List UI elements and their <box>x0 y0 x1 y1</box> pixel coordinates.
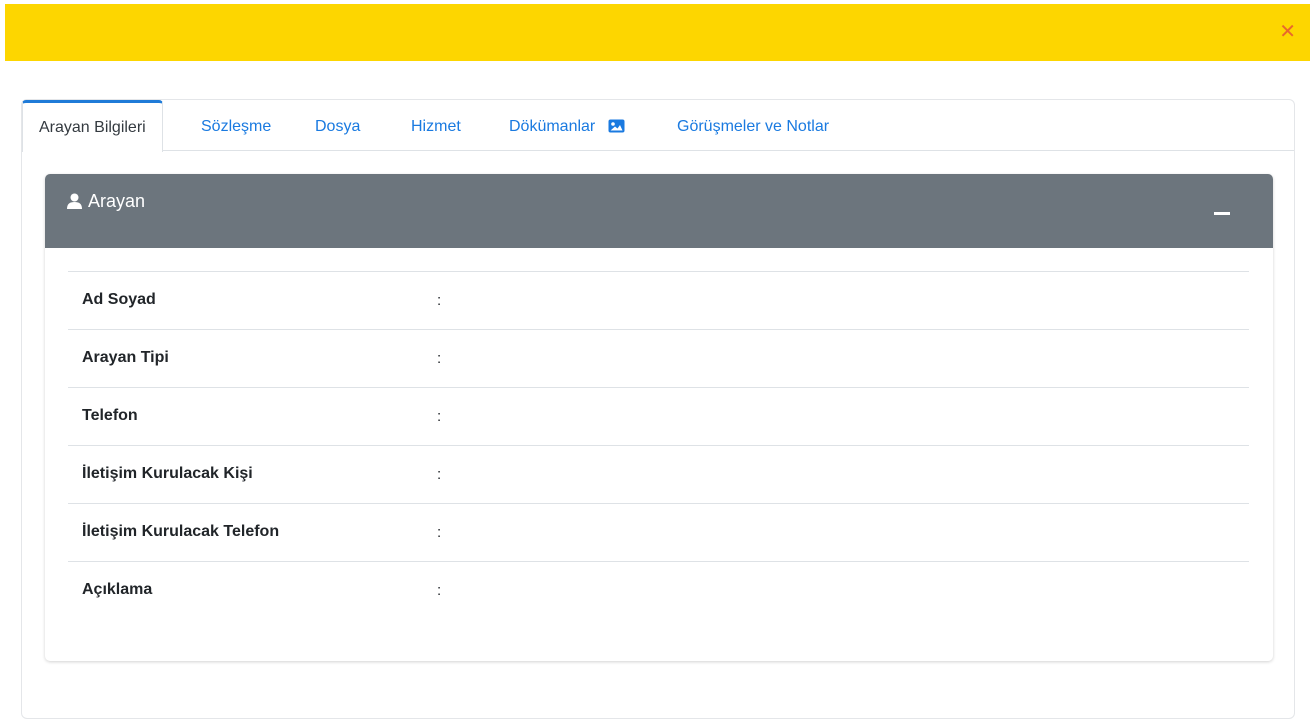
tab-bar: Arayan Bilgileri Sözleşme Dosya Hizmet D… <box>22 100 1294 152</box>
tab-label: Hizmet <box>411 118 461 135</box>
field-separator: : <box>437 524 442 541</box>
tab-label: Dosya <box>315 118 361 135</box>
image-icon <box>608 102 625 156</box>
field-row-ad-soyad: Ad Soyad : <box>68 271 1249 329</box>
field-separator: : <box>437 408 442 425</box>
field-row-iletisim-kisi: İletişim Kurulacak Kişi : <box>68 445 1249 503</box>
field-separator: : <box>437 582 442 599</box>
top-bar: ✕ <box>5 4 1310 61</box>
field-row-iletisim-telefon: İletişim Kurulacak Telefon : <box>68 503 1249 561</box>
arayan-panel: Arayan Ad Soyad : Arayan Tipi : Telefon … <box>45 174 1273 661</box>
tab-dokumanlar[interactable]: Dökümanlar <box>509 100 625 151</box>
field-label: İletişim Kurulacak Telefon <box>82 523 280 540</box>
tab-label: Görüşmeler ve Notlar <box>677 118 830 135</box>
close-icon[interactable]: ✕ <box>1279 22 1296 42</box>
panel-header: Arayan <box>45 174 1273 248</box>
field-label: Arayan Tipi <box>82 349 169 366</box>
panel-title-text: Arayan <box>88 191 146 211</box>
collapse-button[interactable] <box>1214 212 1230 215</box>
field-row-telefon: Telefon : <box>68 387 1249 445</box>
tab-card: Arayan Bilgileri Sözleşme Dosya Hizmet D… <box>21 99 1295 719</box>
field-row-aciklama: Açıklama : <box>68 561 1249 619</box>
field-label: Ad Soyad <box>82 291 156 308</box>
tab-gorusmeler-ve-notlar[interactable]: Görüşmeler ve Notlar <box>677 100 829 151</box>
field-separator: : <box>437 466 442 483</box>
tab-arayan-bilgileri[interactable]: Arayan Bilgileri <box>22 100 163 152</box>
tab-label: Arayan Bilgileri <box>39 119 146 136</box>
tab-hizmet[interactable]: Hizmet <box>411 100 461 151</box>
field-label: İletişim Kurulacak Kişi <box>82 465 253 482</box>
tab-dosya[interactable]: Dosya <box>315 100 360 151</box>
field-label: Telefon <box>82 407 138 424</box>
tab-label: Dökümanlar <box>509 118 596 135</box>
field-separator: : <box>437 350 442 367</box>
field-list: Ad Soyad : Arayan Tipi : Telefon : İleti… <box>68 271 1249 619</box>
user-icon <box>67 192 82 214</box>
tab-label: Sözleşme <box>201 118 272 135</box>
field-label: Açıklama <box>82 581 153 598</box>
field-row-arayan-tipi: Arayan Tipi : <box>68 329 1249 387</box>
tab-sozlesme[interactable]: Sözleşme <box>201 100 271 151</box>
panel-title: Arayan <box>67 190 145 214</box>
field-separator: : <box>437 292 442 309</box>
